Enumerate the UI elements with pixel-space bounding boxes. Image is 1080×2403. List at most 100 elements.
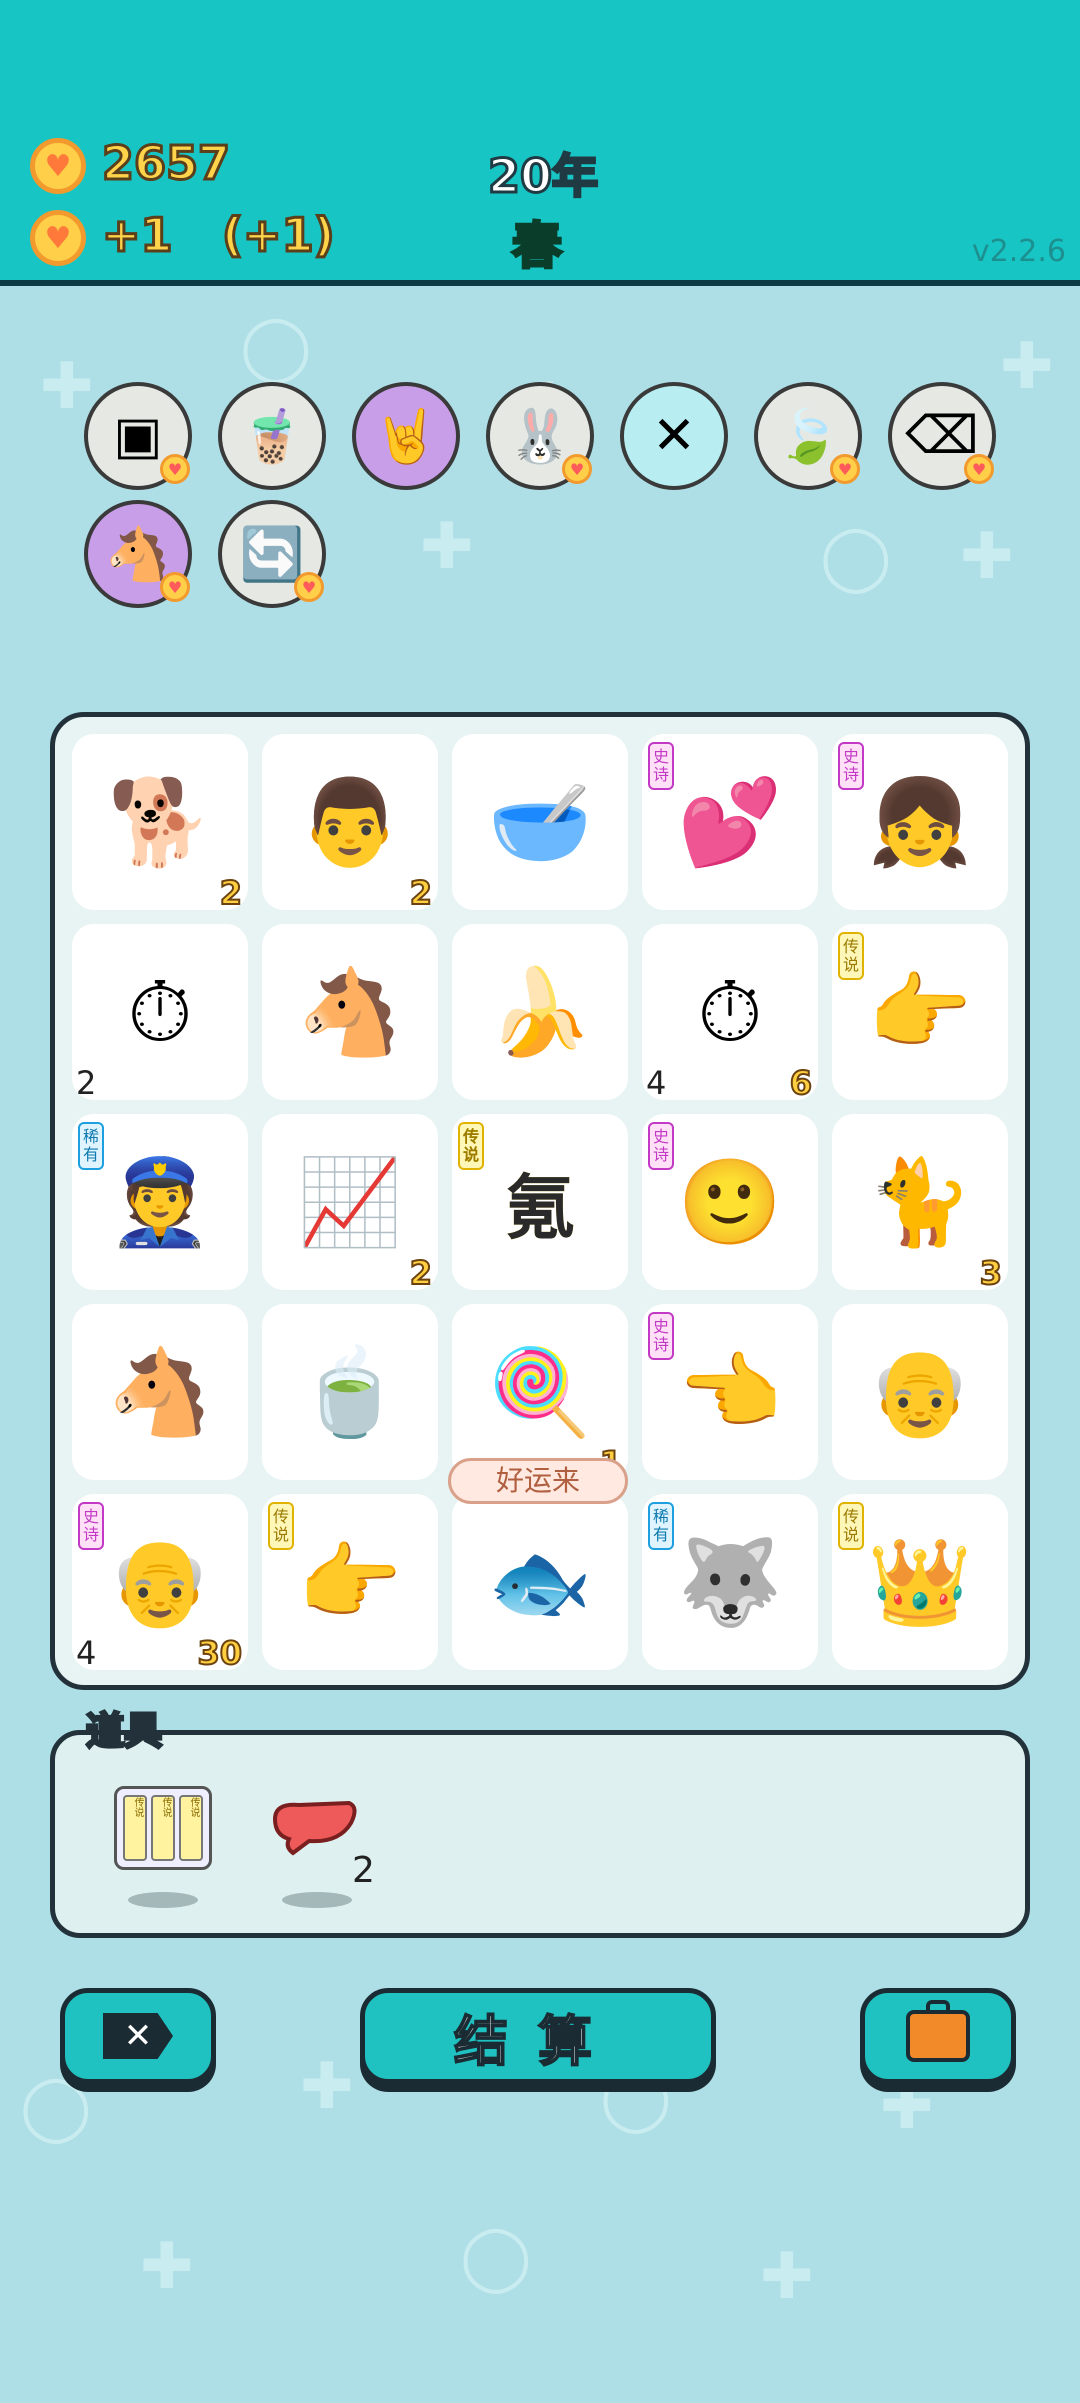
bag-button[interactable]	[860, 1988, 1016, 2084]
symbol-glyph: 💕	[677, 772, 783, 871]
girl-hearts-icon[interactable]: 💕 史诗	[642, 734, 818, 910]
symbol-counter: 6	[789, 1063, 813, 1103]
rarity-badge: 史诗	[648, 1312, 674, 1360]
chopsticks-icon[interactable]: ✕	[620, 382, 728, 490]
symbol-glyph: 🥣	[487, 772, 593, 871]
police-icon[interactable]: 👮 稀有	[72, 1114, 248, 1290]
symbol-glyph: ⏱	[697, 962, 763, 1061]
old-man-icon[interactable]: 👴	[832, 1304, 1008, 1480]
symbol-glyph: 👉	[297, 1532, 403, 1631]
symbol-glyph: 👴	[867, 1342, 973, 1441]
leaf-icon[interactable]: 🍃 ♥	[754, 382, 862, 490]
symbol-counter: 3	[979, 1253, 1003, 1293]
symbol-glyph: 🙂	[677, 1152, 783, 1251]
rarity-badge: 史诗	[648, 1122, 674, 1170]
krypton-glyph-icon[interactable]: 氪传说	[452, 1114, 628, 1290]
horse-icon[interactable]: 🐴	[262, 924, 438, 1100]
symbol-glyph: 🐟	[487, 1532, 593, 1631]
yellow-hand-icon[interactable]: 👉 传说	[262, 1494, 438, 1670]
luck-label: 好运来	[448, 1458, 628, 1504]
symbol-counter: 2	[409, 1253, 433, 1293]
symbol-glyph: 👈	[677, 1342, 783, 1441]
yellow-face-icon[interactable]: 🙂 史诗	[642, 1114, 818, 1290]
rarity-badge: 稀有	[78, 1122, 104, 1170]
coin-bonus: (+1)	[221, 207, 337, 264]
version-label: v2.2.6	[971, 234, 1066, 269]
rarity-badge: 史诗	[648, 742, 674, 790]
item-count: 2	[352, 1850, 375, 1891]
exit-icon: ✕	[103, 2013, 173, 2059]
koi-fish-icon[interactable]: 🐟	[452, 1494, 628, 1670]
sugar-cubes-icon[interactable]: ▣ ♥	[84, 382, 192, 490]
symbol-glyph: 👧	[867, 772, 973, 871]
year-label: 20年	[486, 148, 599, 205]
heart-coin-icon: ♥	[562, 454, 592, 484]
exit-button[interactable]: ✕	[60, 1988, 216, 2084]
crowned-husky-icon[interactable]: 👑 传说	[832, 1494, 1008, 1670]
tea-bag-icon[interactable]: 🍵	[262, 1304, 438, 1480]
item-shadow	[128, 1892, 198, 1908]
refresh-icon[interactable]: 🔄 ♥	[218, 500, 326, 608]
heart-coin-icon: ♥	[160, 572, 190, 602]
girl-face-icon[interactable]: 👧 史诗	[832, 734, 1008, 910]
man-face-icon[interactable]: 👨 2	[262, 734, 438, 913]
bubble-tea-icon[interactable]: 🧋	[218, 382, 326, 490]
coin-income: +1	[101, 207, 175, 264]
symbol-glyph: 🐈	[867, 1152, 973, 1251]
scroll-label: 传说	[151, 1795, 175, 1861]
rarity-badge: 稀有	[648, 1502, 674, 1550]
banana-icon[interactable]: 🍌	[452, 924, 628, 1100]
twin-horses-icon[interactable]: 🐴 ♥	[84, 500, 192, 608]
grandpa-glasses-icon[interactable]: 👴 史诗 30 4	[72, 1494, 248, 1673]
cat-icon[interactable]: 🐈 3	[832, 1114, 1008, 1293]
symbol-counter: 30	[196, 1633, 243, 1673]
bunny-icon[interactable]: 🐰 ♥	[486, 382, 594, 490]
gray-hand-icon[interactable]: 👈 史诗	[642, 1304, 818, 1480]
symbol-glyph: 🐴	[107, 1342, 213, 1441]
symbol-counter-left: 4	[646, 1064, 667, 1102]
symbol-glyph: 👑	[867, 1532, 973, 1631]
heart-coin-icon: ♥	[964, 454, 994, 484]
items-title: 道具	[84, 1708, 163, 1755]
symbol-glyph: 🍭	[487, 1342, 593, 1441]
horse-icon[interactable]: 🐴	[72, 1304, 248, 1480]
symbol-counter-left: 2	[76, 1064, 97, 1102]
delete-tag-icon[interactable]: ⌫ ♥	[888, 382, 996, 490]
symbol-glyph: 🐴	[297, 962, 403, 1061]
heart-coin-icon: ♥	[830, 454, 860, 484]
rarity-badge: 史诗	[78, 1502, 104, 1550]
scroll-label: 传说	[179, 1795, 203, 1861]
symbol-counter: 2	[219, 873, 243, 913]
briefcase-icon	[906, 2000, 970, 2062]
dog-icon[interactable]: 🐕 2	[72, 734, 248, 913]
symbol-glyph: 👮	[107, 1152, 213, 1251]
symbol-glyph: 🍵	[297, 1342, 403, 1441]
symbol-glyph: 👉	[867, 962, 973, 1061]
symbol-glyph: ⏱	[127, 962, 193, 1061]
symbol-glyph: 📈	[297, 1152, 403, 1251]
symbol-glyph: 👴	[107, 1532, 213, 1631]
symbol-glyph: 🐕	[107, 772, 213, 871]
rarity-badge: 传说	[838, 932, 864, 980]
symbol-counter-left: 4	[76, 1634, 97, 1672]
settle-button[interactable]: 结算	[360, 1988, 716, 2084]
rarity-badge: 传说	[838, 1502, 864, 1550]
husky-icon[interactable]: 🐺 稀有	[642, 1494, 818, 1670]
legend-scrolls-icon[interactable]: 传说 传说 传说	[110, 1780, 216, 1876]
rock-hand-icon[interactable]: 🤘	[352, 382, 460, 490]
rarity-badge: 史诗	[838, 742, 864, 790]
stopwatch-card-icon[interactable]: ⏱ 6 4	[642, 924, 818, 1103]
lucky-lollipop-icon[interactable]: 🍭1	[452, 1304, 628, 1483]
coin-icon: ♥	[30, 210, 86, 266]
rarity-badge: 传说	[458, 1122, 484, 1170]
bowl-icon[interactable]: 🥣	[452, 734, 628, 910]
chart-up-icon[interactable]: 📈 2	[262, 1114, 438, 1293]
heart-coin-icon: ♥	[160, 454, 190, 484]
yellow-hand-icon[interactable]: 👉 传说	[832, 924, 1008, 1100]
season-label: 春	[511, 216, 564, 277]
symbol-glyph: 👨	[297, 772, 403, 871]
stopwatch-card-icon[interactable]: ⏱ 2	[72, 924, 248, 1102]
symbol-glyph: 🐺	[677, 1532, 783, 1631]
coin-total: 2657	[100, 135, 231, 192]
coin-icon: ♥	[30, 138, 86, 194]
